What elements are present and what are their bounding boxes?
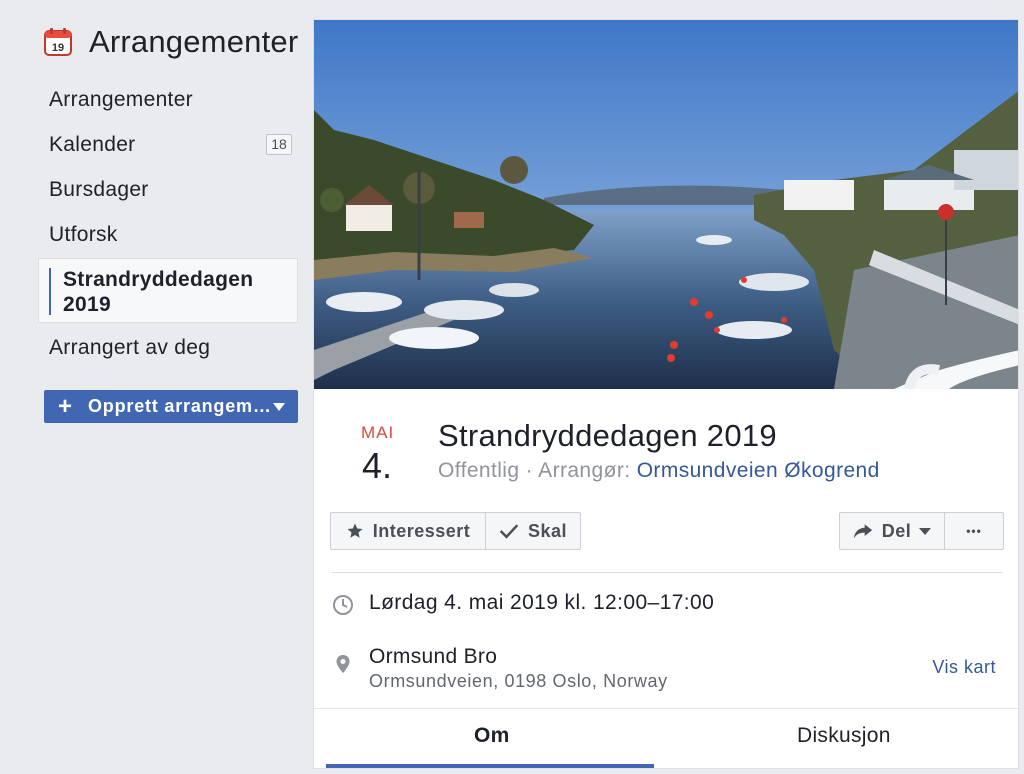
event-date-day: 4.	[362, 445, 393, 486]
host-label: Arrangør:	[538, 459, 637, 482]
caret-down-icon[interactable]	[273, 403, 285, 411]
location-address: Ormsundveien, 0198 Oslo, Norway	[369, 671, 668, 691]
sidebar-item-strandryddedagen[interactable]: Strandryddedagen 2019	[38, 258, 298, 323]
event-privacy: Offentlig	[438, 459, 520, 482]
interested-button[interactable]: Interessert	[330, 512, 486, 550]
caret-down-icon	[919, 527, 932, 535]
calendar-icon: 19	[44, 28, 72, 56]
checkmark-icon	[499, 524, 519, 539]
share-button[interactable]: Del	[839, 512, 945, 550]
more-options-button[interactable]: •••	[945, 512, 1004, 550]
share-buttons: Del •••	[839, 512, 1004, 550]
sidebar-header: 19 Arrangementer	[44, 22, 298, 62]
event-host-link[interactable]: Ormsundveien Økogrend	[637, 459, 880, 482]
event-meta: Offentlig · Arrangør: Ormsundveien Økogr…	[438, 459, 880, 483]
create-event-label: Opprett arrangem…	[88, 396, 272, 416]
tabs-divider	[314, 708, 1018, 709]
tab-om[interactable]: Om	[474, 724, 510, 748]
plus-icon: +	[58, 392, 73, 420]
event-time: Lørdag 4. mai 2019 kl. 12:00–17:00	[369, 591, 715, 614]
meta-separator: ·	[519, 459, 539, 482]
rsvp-buttons: Interessert Skal	[330, 512, 581, 550]
star-icon	[347, 523, 363, 538]
show-map-link[interactable]: Vis kart	[932, 657, 996, 678]
going-label: Skal	[527, 520, 568, 541]
event-title: Strandryddedagen 2019	[438, 418, 777, 453]
event-card: MAI 4. Strandryddedagen 2019 Offentlig ·…	[313, 19, 1019, 769]
more-dots-icon: •••	[966, 524, 982, 538]
sidebar-item-bursdager[interactable]: Bursdager	[49, 178, 149, 202]
sidebar-item-arrangert-av-deg[interactable]: Arrangert av deg	[49, 336, 210, 360]
map-pin-icon	[336, 655, 350, 673]
going-button[interactable]: Skal	[486, 512, 581, 550]
sidebar-item-arrangementer[interactable]: Arrangementer	[49, 88, 193, 112]
event-cover-photo[interactable]	[314, 20, 1019, 389]
event-location-row: Ormsund Bro Ormsundveien, 0198 Oslo, Nor…	[332, 645, 1003, 695]
left-sidebar: 19 Arrangementer Arrangementer Kalender …	[0, 0, 310, 774]
kalender-count-badge: 18	[266, 134, 292, 155]
sidebar-item-label: Strandryddedagen 2019	[63, 268, 254, 316]
active-indicator	[49, 268, 51, 315]
sidebar-item-utforsk[interactable]: Utforsk	[49, 223, 118, 247]
share-label: Del	[881, 520, 912, 541]
location-name[interactable]: Ormsund Bro	[369, 645, 497, 669]
divider	[332, 572, 1003, 573]
svg-text:19: 19	[52, 42, 64, 54]
sidebar-title: Arrangementer	[89, 24, 299, 59]
clock-icon	[333, 595, 353, 615]
active-tab-indicator	[326, 764, 654, 768]
create-event-button[interactable]: + Opprett arrangem…	[44, 390, 298, 423]
sidebar-item-kalender[interactable]: Kalender	[49, 133, 135, 157]
share-arrow-icon	[853, 524, 872, 539]
event-date-month: MAI	[361, 423, 395, 442]
event-time-row: Lørdag 4. mai 2019 kl. 12:00–17:00	[332, 590, 1003, 620]
tab-diskusjon[interactable]: Diskusjon	[797, 724, 891, 748]
interested-label: Interessert	[372, 520, 471, 541]
